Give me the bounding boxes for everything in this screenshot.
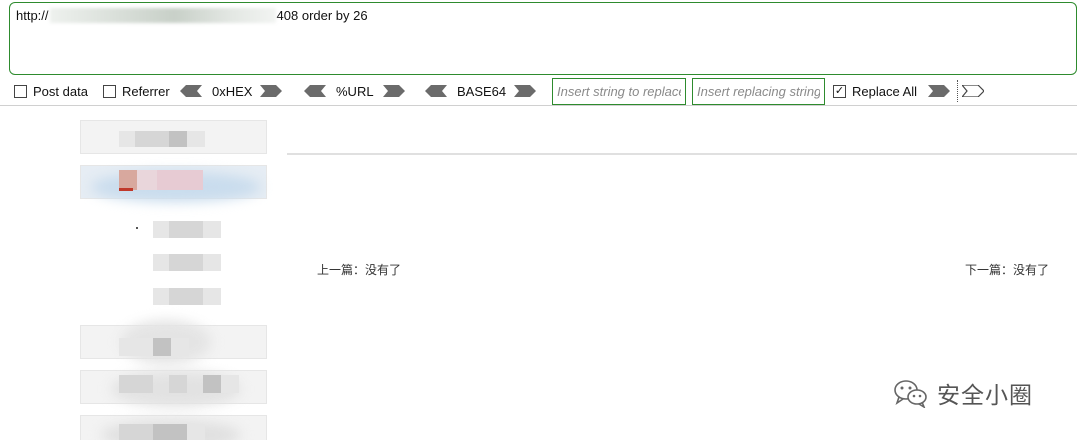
url-suffix: 408 order by 26 xyxy=(276,8,368,23)
sidebar-block-2 xyxy=(80,320,267,364)
replace-arrow-icon[interactable] xyxy=(928,85,950,97)
url-redacted-host xyxy=(49,8,276,23)
url-prefix: http:// xyxy=(16,8,49,23)
referrer-checkbox[interactable] xyxy=(103,84,116,98)
url-encode-arrow-icon[interactable] xyxy=(382,85,405,97)
base64-encode-arrow-icon[interactable] xyxy=(514,85,537,97)
hackbar-toolbar: Post data Referrer 0xHEX %URL BASE64 Ins… xyxy=(0,76,1077,106)
insert-replacing-input[interactable] xyxy=(692,78,825,105)
referrer-toggle[interactable]: Referrer xyxy=(103,76,170,106)
watermark-text: 安全小圈 xyxy=(937,383,1033,409)
url-encode-group: %URL xyxy=(304,76,405,106)
replace-all-label: Replace All xyxy=(852,83,918,99)
toolbar-divider xyxy=(0,105,1077,106)
hex-label: 0xHEX xyxy=(212,83,253,99)
next-article-link[interactable]: 下一篇：没有了 xyxy=(965,261,1049,278)
prev-article-link[interactable]: 上一篇：没有了 xyxy=(317,261,401,278)
base64-encode-group: BASE64 xyxy=(425,76,537,106)
url-decode-arrow-icon[interactable] xyxy=(304,85,326,97)
post-data-toggle[interactable]: Post data xyxy=(14,76,88,106)
hex-encode-group: 0xHEX xyxy=(180,76,283,106)
base64-decode-arrow-icon[interactable] xyxy=(425,85,447,97)
content-divider xyxy=(287,153,1077,155)
split-arrow-icon[interactable] xyxy=(962,85,984,97)
replace-all-checkbox[interactable]: ✓ xyxy=(833,84,846,98)
url-encode-label: %URL xyxy=(336,83,374,99)
insert-string-input[interactable] xyxy=(552,78,686,105)
sidebar-block-3 xyxy=(80,370,267,407)
sidebar-block-4 xyxy=(80,415,267,440)
toolbar-separator xyxy=(957,80,958,102)
referrer-label: Referrer xyxy=(122,83,170,99)
replace-all-toggle[interactable]: ✓ Replace All xyxy=(833,76,917,106)
post-data-label: Post data xyxy=(33,83,88,99)
base64-label: BASE64 xyxy=(457,83,507,99)
url-input[interactable]: http:// 408 order by 26 xyxy=(9,2,1077,75)
watermark: 安全小圈 xyxy=(893,376,1033,410)
sidebar-banner xyxy=(80,165,267,202)
split-run xyxy=(962,76,984,106)
sidebar-block-1 xyxy=(80,120,267,154)
post-data-checkbox[interactable] xyxy=(14,84,27,98)
replace-run xyxy=(928,76,950,106)
hex-encode-arrow-icon[interactable] xyxy=(260,85,283,97)
wechat-icon xyxy=(894,380,927,408)
hex-decode-arrow-icon[interactable] xyxy=(180,85,202,97)
